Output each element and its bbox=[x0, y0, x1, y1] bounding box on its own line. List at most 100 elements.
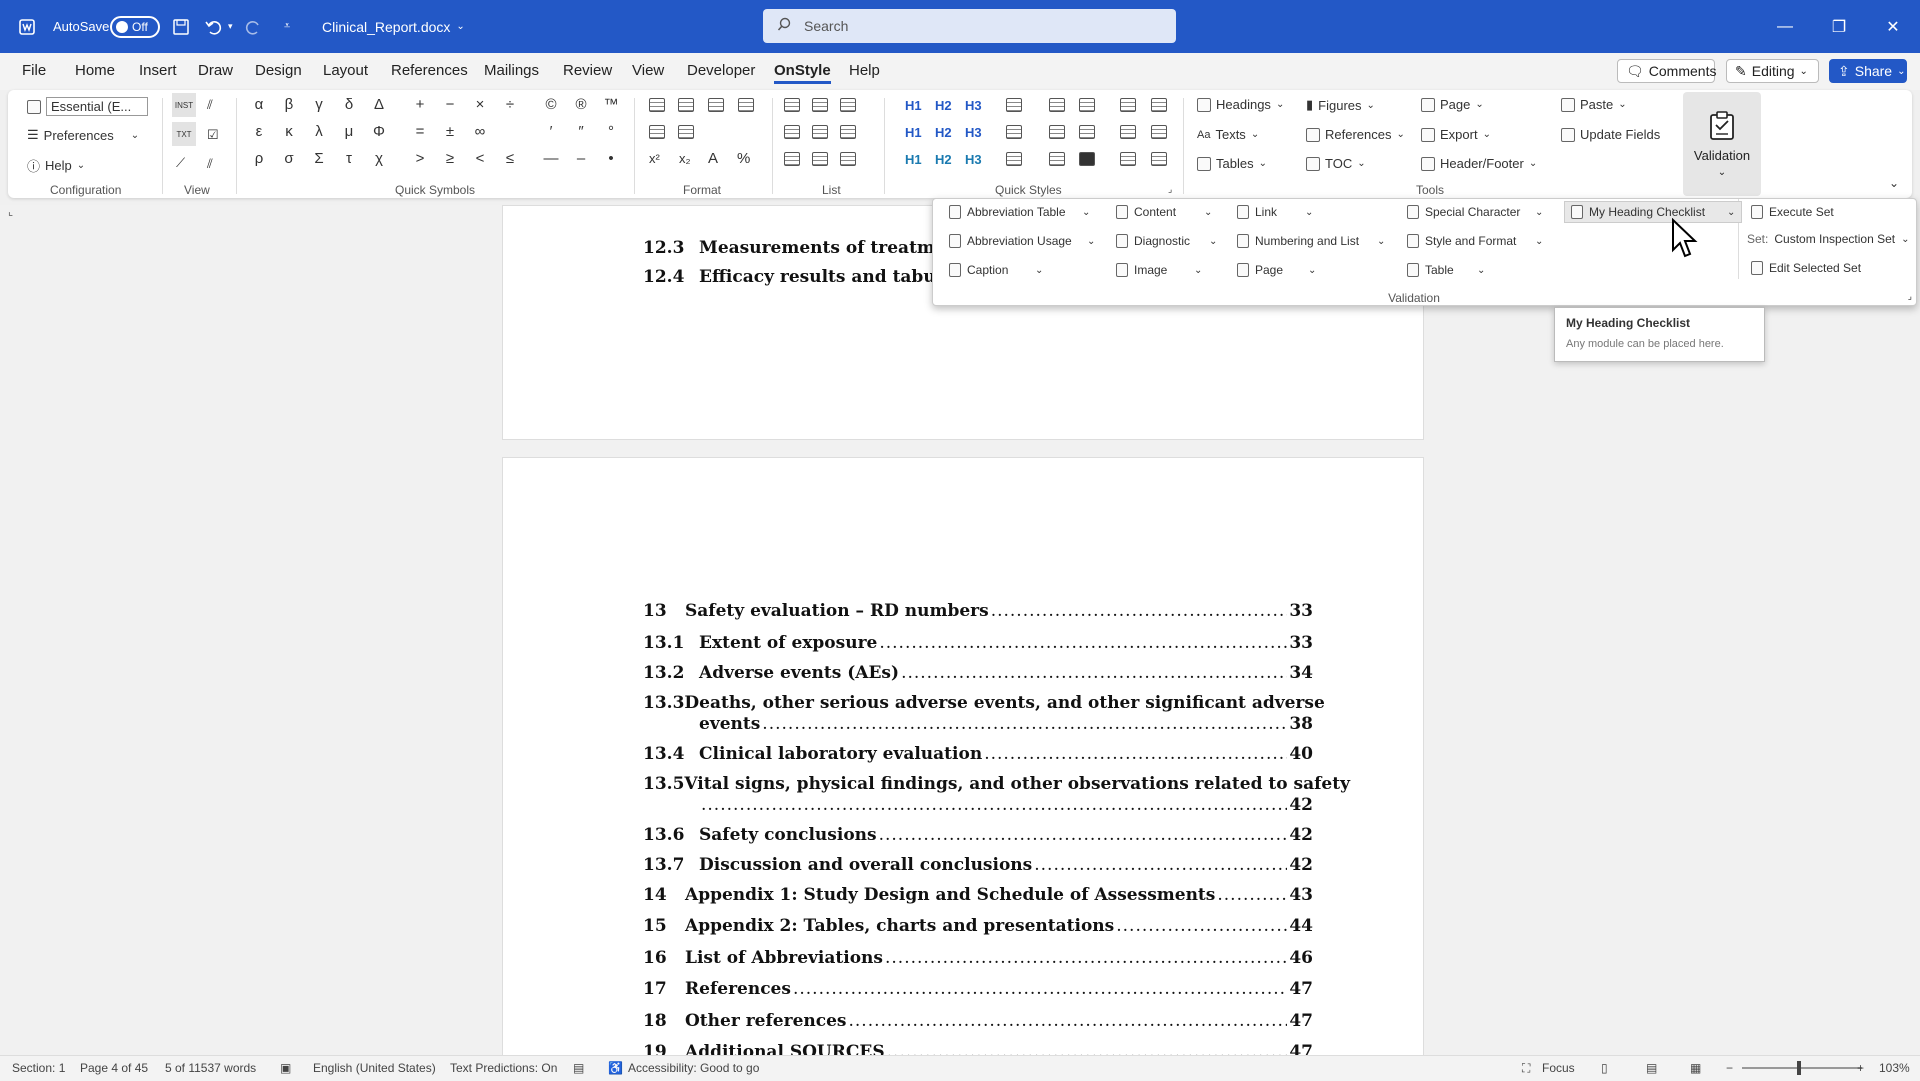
update-fields-button[interactable]: Update Fields bbox=[1561, 127, 1660, 142]
style-selector[interactable]: Essential (E... bbox=[27, 97, 148, 116]
customize-qat-icon[interactable]: ⩡ bbox=[284, 0, 290, 53]
decrease-indent-icon[interactable] bbox=[784, 152, 800, 166]
font-color-icon[interactable]: A bbox=[708, 150, 718, 167]
view-inst-icon[interactable]: INST bbox=[172, 93, 196, 117]
symbol-button[interactable]: > bbox=[410, 150, 430, 167]
validation-item-table[interactable]: Table ⌄ bbox=[1407, 263, 1485, 277]
list-options-icon[interactable] bbox=[840, 152, 856, 166]
symbol-button[interactable]: = bbox=[410, 123, 430, 140]
bullet-list-icon[interactable] bbox=[840, 98, 856, 112]
validation-item-content[interactable]: Content ⌄ bbox=[1116, 205, 1212, 219]
zoom-level[interactable]: 103% bbox=[1879, 1061, 1910, 1075]
symbol-button[interactable]: ρ bbox=[249, 150, 269, 167]
execute-set-button[interactable]: Execute Set bbox=[1751, 205, 1834, 219]
style-table-icon[interactable] bbox=[1006, 98, 1022, 112]
symbol-button[interactable]: ≥ bbox=[440, 150, 460, 167]
symbol-button[interactable]: ′ bbox=[541, 123, 561, 140]
dialog-launcher-icon[interactable]: ⌟ bbox=[1908, 291, 1912, 302]
toc-menu[interactable]: TOC ⌄ bbox=[1306, 156, 1366, 171]
validation-item-abbreviation-usage[interactable]: Abbreviation Usage ⌄ bbox=[949, 234, 1095, 248]
help-button[interactable]: ⓘ Help ⌄ bbox=[27, 156, 85, 175]
filename-menu[interactable]: Clinical_Report.docx ⌄ bbox=[322, 0, 465, 53]
symbol-button[interactable]: © bbox=[541, 96, 561, 113]
collapse-ribbon-icon[interactable]: ⌄ bbox=[1889, 176, 1899, 190]
symbol-button[interactable]: ε bbox=[249, 123, 269, 140]
increase-indent-icon[interactable] bbox=[812, 152, 828, 166]
symbol-button[interactable]: — bbox=[541, 150, 561, 167]
web-layout-icon[interactable]: ▦ bbox=[1690, 1061, 1701, 1075]
tab-references[interactable]: References bbox=[391, 62, 468, 79]
list-style-icon[interactable] bbox=[840, 125, 856, 139]
table-style-4-icon[interactable] bbox=[1079, 125, 1095, 139]
status-accessibility[interactable]: Accessibility: Good to go bbox=[628, 1061, 759, 1075]
table-style-1-icon[interactable] bbox=[1049, 98, 1065, 112]
symbol-button[interactable]: ™ bbox=[601, 96, 621, 113]
table-style-5-icon[interactable] bbox=[1049, 152, 1065, 166]
indent-list-icon[interactable] bbox=[784, 125, 800, 139]
set-selector[interactable]: Set: Custom Inspection Set ⌄ bbox=[1747, 232, 1909, 246]
view-txt-icon[interactable]: TXT bbox=[172, 122, 196, 146]
style-align-icon[interactable] bbox=[1006, 152, 1022, 166]
undo-dropdown-icon[interactable]: ▾ bbox=[228, 0, 233, 53]
symbol-button[interactable]: < bbox=[470, 150, 490, 167]
chevron-down-icon[interactable]: ⌄ bbox=[1204, 207, 1212, 218]
validation-item-diagnostic[interactable]: Diagnostic ⌄ bbox=[1116, 234, 1217, 248]
tab-insert[interactable]: Insert bbox=[139, 62, 177, 79]
minimize-icon[interactable]: — bbox=[1758, 0, 1812, 53]
table-grid-icon[interactable] bbox=[738, 98, 754, 112]
undo-icon[interactable] bbox=[204, 0, 224, 53]
validation-item-caption[interactable]: Caption ⌄ bbox=[949, 263, 1043, 277]
paragraph-spacing-icon[interactable] bbox=[678, 125, 694, 139]
tables-menu[interactable]: Tables ⌄ bbox=[1197, 156, 1267, 171]
heading-style-h1-icon[interactable]: H1 bbox=[905, 152, 922, 167]
search-box[interactable]: Search bbox=[763, 9, 1176, 43]
subscript-icon[interactable]: x₂ bbox=[679, 151, 691, 166]
toc-entry[interactable]: 14 Appendix 1: Study Design and Schedule … bbox=[643, 885, 1313, 905]
preferences-button[interactable]: ☰ Preferences ⌄ bbox=[27, 127, 139, 143]
toc-entry[interactable]: 12.3 Measurements of treatment bbox=[643, 238, 966, 258]
symbol-button[interactable]: τ bbox=[339, 150, 359, 167]
toc-entry-continuation[interactable]: events 38 bbox=[699, 714, 1313, 734]
chevron-down-icon[interactable]: ⌄ bbox=[1087, 236, 1095, 247]
symbol-button[interactable]: ÷ bbox=[500, 96, 520, 113]
symbol-button[interactable]: Φ bbox=[369, 123, 389, 140]
document-page[interactable]: 13 Safety evaluation – RD numbers 33 13.1 Ex… bbox=[502, 457, 1424, 1055]
symbol-button[interactable]: μ bbox=[339, 123, 359, 140]
validation-item-abbreviation-table[interactable]: Abbreviation Table ⌄ bbox=[949, 205, 1090, 219]
toc-entry[interactable]: 13.1 Extent of exposure 33 bbox=[643, 633, 1313, 653]
heading-style-h2-icon[interactable]: H2 bbox=[935, 152, 952, 167]
heading-style-h2-icon[interactable]: H2 bbox=[935, 125, 952, 140]
save-icon[interactable] bbox=[172, 0, 190, 53]
texts-menu[interactable]: Aa Texts ⌄ bbox=[1197, 127, 1259, 142]
toc-entry[interactable]: 18 Other references 47 bbox=[643, 1011, 1313, 1031]
symbol-button[interactable]: ± bbox=[440, 123, 460, 140]
toc-entry[interactable]: 13.7 Discussion and overall conclusions 42 bbox=[643, 855, 1313, 875]
style-center-icon[interactable] bbox=[1006, 125, 1022, 139]
toc-entry[interactable]: 15 Appendix 2: Tables, charts and present… bbox=[643, 916, 1313, 936]
toc-entry[interactable]: 16 List of Abbreviations 46 bbox=[643, 948, 1313, 968]
line-spacing-icon[interactable] bbox=[649, 125, 665, 139]
chevron-down-icon[interactable]: ⌄ bbox=[1727, 207, 1735, 218]
toc-entry[interactable]: 17 References 47 bbox=[643, 979, 1313, 999]
page-menu[interactable]: Page ⌄ bbox=[1421, 97, 1484, 112]
focus-button[interactable]: Focus bbox=[1542, 1061, 1575, 1075]
tab-review[interactable]: Review bbox=[563, 62, 612, 79]
zoom-slider[interactable] bbox=[1742, 1061, 1862, 1075]
autosave-toggle[interactable]: Off bbox=[110, 0, 160, 53]
toc-entry[interactable]: 13.3 Deaths, other serious adverse events… bbox=[643, 693, 1325, 713]
tab-design[interactable]: Design bbox=[255, 62, 302, 79]
comments-button[interactable]: 🗨 Comments bbox=[1617, 59, 1716, 83]
editing-button[interactable]: ✎ Editing ⌄ bbox=[1726, 59, 1819, 83]
table-rows-icon[interactable] bbox=[708, 98, 724, 112]
validation-item-image[interactable]: Image ⌄ bbox=[1116, 263, 1202, 277]
symbol-button[interactable]: ® bbox=[571, 96, 591, 113]
view-edit-icon[interactable]: ☑ bbox=[207, 127, 219, 143]
proofing-icon[interactable]: ▣ bbox=[280, 1061, 291, 1075]
symbol-button[interactable]: × bbox=[470, 96, 490, 113]
chart-style-6-icon[interactable] bbox=[1151, 152, 1167, 166]
chevron-down-icon[interactable]: ⌄ bbox=[1194, 265, 1202, 276]
symbol-button[interactable]: κ bbox=[279, 123, 299, 140]
table-style-2-icon[interactable] bbox=[1079, 98, 1095, 112]
table-icon[interactable] bbox=[649, 98, 665, 112]
validation-item-my-heading-checklist[interactable]: My Heading Checklist ⌄ bbox=[1564, 201, 1743, 223]
